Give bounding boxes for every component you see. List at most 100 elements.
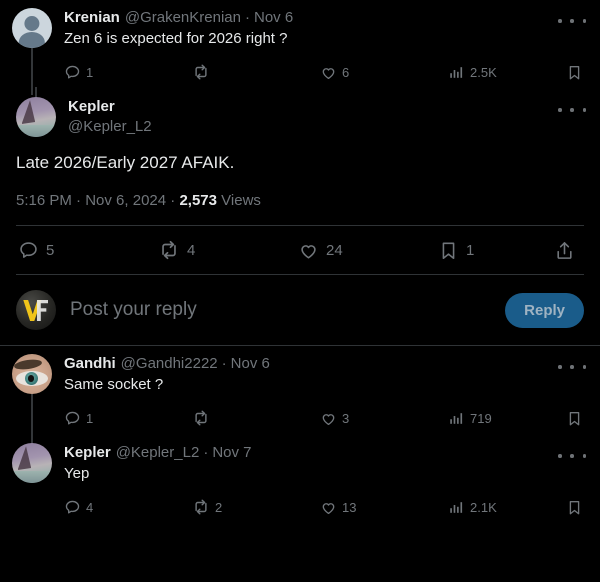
like-icon xyxy=(320,410,337,427)
avatar-eyebrow xyxy=(13,357,43,371)
reply-actions: 4 2 13 2.1K xyxy=(64,494,588,520)
views-count: 2,573 xyxy=(179,192,217,209)
avatar[interactable] xyxy=(12,8,52,48)
tweet-metadata: 5:16 PM · Nov 6, 2024 · 2,573 Views xyxy=(16,191,584,225)
author-handle[interactable]: @Gandhi2222 xyxy=(121,354,218,374)
like-count: 3 xyxy=(342,410,350,426)
avatar-artwork-water xyxy=(12,471,52,483)
focused-tweet-header: Kepler @Kepler_L2 xyxy=(16,87,584,137)
separator-dot: · xyxy=(244,9,250,26)
avatar[interactable] xyxy=(16,290,56,330)
reply-gutter xyxy=(12,354,60,441)
reply-count: 4 xyxy=(86,499,94,515)
like-icon xyxy=(298,240,319,261)
more-options-button[interactable] xyxy=(558,447,586,465)
like-action[interactable]: 3 xyxy=(320,410,448,427)
views-analytics-icon xyxy=(448,410,465,427)
reply-action[interactable]: 1 xyxy=(64,410,192,427)
reply-icon xyxy=(64,64,81,81)
views-count: 719 xyxy=(470,410,492,426)
bookmark-count: 1 xyxy=(466,241,475,259)
default-avatar-body xyxy=(18,32,46,48)
more-options-icon xyxy=(558,19,562,23)
repost-action[interactable]: 4 xyxy=(158,239,298,261)
repost-icon xyxy=(158,239,180,261)
thread-connector-line xyxy=(31,48,33,95)
focused-tweet-actions: 5 4 24 1 xyxy=(0,226,600,274)
reply-composer[interactable]: Post your reply Reply xyxy=(0,275,600,345)
tweet-date[interactable]: Nov 6 xyxy=(231,354,270,374)
reply-tweet[interactable]: Kepler @Kepler_L2 · Nov 7 Yep 4 2 13 2.1… xyxy=(0,433,600,524)
like-action[interactable]: 13 xyxy=(320,499,448,516)
like-icon xyxy=(320,64,337,81)
bookmark-action[interactable] xyxy=(566,410,600,427)
avatar-artwork-sail xyxy=(21,100,36,124)
parent-tweet[interactable]: Krenian @GrakenKrenian · Nov 6 Zen 6 is … xyxy=(0,0,600,95)
bookmark-action[interactable] xyxy=(566,499,600,516)
more-options-button[interactable] xyxy=(558,12,586,30)
views-count: 2.1K xyxy=(470,499,497,515)
avatar[interactable] xyxy=(16,97,56,137)
repost-count: 4 xyxy=(187,241,196,259)
reply-actions: 1 3 719 xyxy=(64,405,588,431)
avatar-pupil xyxy=(28,375,35,382)
bookmark-action[interactable]: 1 xyxy=(438,240,538,261)
more-options-button[interactable] xyxy=(558,101,586,119)
tweet-date: Nov 6, 2024 xyxy=(85,192,167,209)
views-count: 2.5K xyxy=(470,64,497,80)
separator-dot: · xyxy=(203,444,209,461)
repost-icon xyxy=(192,409,210,427)
separator-dot: · xyxy=(221,355,227,372)
bookmark-action[interactable] xyxy=(566,64,600,81)
views-analytics-icon xyxy=(448,64,465,81)
tweet-date[interactable]: Nov 6 xyxy=(254,8,293,28)
author-name[interactable]: Kepler xyxy=(64,443,111,463)
like-action[interactable]: 24 xyxy=(298,240,438,261)
repost-action[interactable] xyxy=(192,63,320,81)
parent-tweet-actions: 1 6 2.5K xyxy=(64,59,588,85)
repost-count: 2 xyxy=(215,499,223,515)
tweet-thread-page: Krenian @GrakenKrenian · Nov 6 Zen 6 is … xyxy=(0,0,600,582)
tweet-text: Late 2026/Early 2027 AFAIK. xyxy=(16,153,235,172)
like-action[interactable]: 6 xyxy=(320,64,448,81)
tweet-time: 5:16 PM xyxy=(16,192,72,209)
repost-action[interactable] xyxy=(192,409,320,427)
bookmark-icon xyxy=(438,240,459,261)
reply-input[interactable]: Post your reply xyxy=(56,299,505,321)
repost-icon xyxy=(192,498,210,516)
author-name[interactable]: Kepler xyxy=(68,97,152,117)
focused-tweet-names: Kepler @Kepler_L2 xyxy=(56,97,152,137)
reply-action[interactable]: 1 xyxy=(64,64,192,81)
default-avatar-head xyxy=(24,15,40,31)
author-name[interactable]: Gandhi xyxy=(64,354,116,374)
views-action[interactable]: 719 xyxy=(448,410,566,427)
repost-action[interactable]: 2 xyxy=(192,498,320,516)
reply-nameline: Gandhi @Gandhi2222 · Nov 6 xyxy=(64,354,588,374)
like-icon xyxy=(320,499,337,516)
author-handle[interactable]: @GrakenKrenian xyxy=(125,8,241,28)
bookmark-icon xyxy=(566,64,583,81)
reply-action[interactable]: 4 xyxy=(64,499,192,516)
reply-body: Gandhi @Gandhi2222 · Nov 6 Same socket ?… xyxy=(60,354,588,431)
views-action[interactable]: 2.1K xyxy=(448,499,566,516)
share-icon xyxy=(554,240,575,261)
views-action[interactable]: 2.5K xyxy=(448,64,566,81)
parent-tweet-gutter xyxy=(12,8,60,95)
author-handle[interactable]: @Kepler_L2 xyxy=(116,443,200,463)
reply-count: 5 xyxy=(46,241,55,259)
author-name[interactable]: Krenian xyxy=(64,8,120,28)
avatar[interactable] xyxy=(12,354,52,394)
tweet-text: Yep xyxy=(64,465,90,482)
reply-button[interactable]: Reply xyxy=(505,292,584,328)
author-handle[interactable]: @Kepler_L2 xyxy=(68,117,152,137)
reply-count: 1 xyxy=(86,64,94,80)
reply-tweet[interactable]: Gandhi @Gandhi2222 · Nov 6 Same socket ?… xyxy=(0,346,600,441)
tweet-text: Same socket ? xyxy=(64,376,164,393)
more-options-button[interactable] xyxy=(558,358,586,376)
share-action[interactable] xyxy=(554,240,582,261)
parent-tweet-body: Krenian @GrakenKrenian · Nov 6 Zen 6 is … xyxy=(60,8,588,85)
tweet-date[interactable]: Nov 7 xyxy=(212,443,251,463)
repost-icon xyxy=(192,63,210,81)
reply-action[interactable]: 5 xyxy=(18,240,158,261)
avatar[interactable] xyxy=(12,443,52,483)
